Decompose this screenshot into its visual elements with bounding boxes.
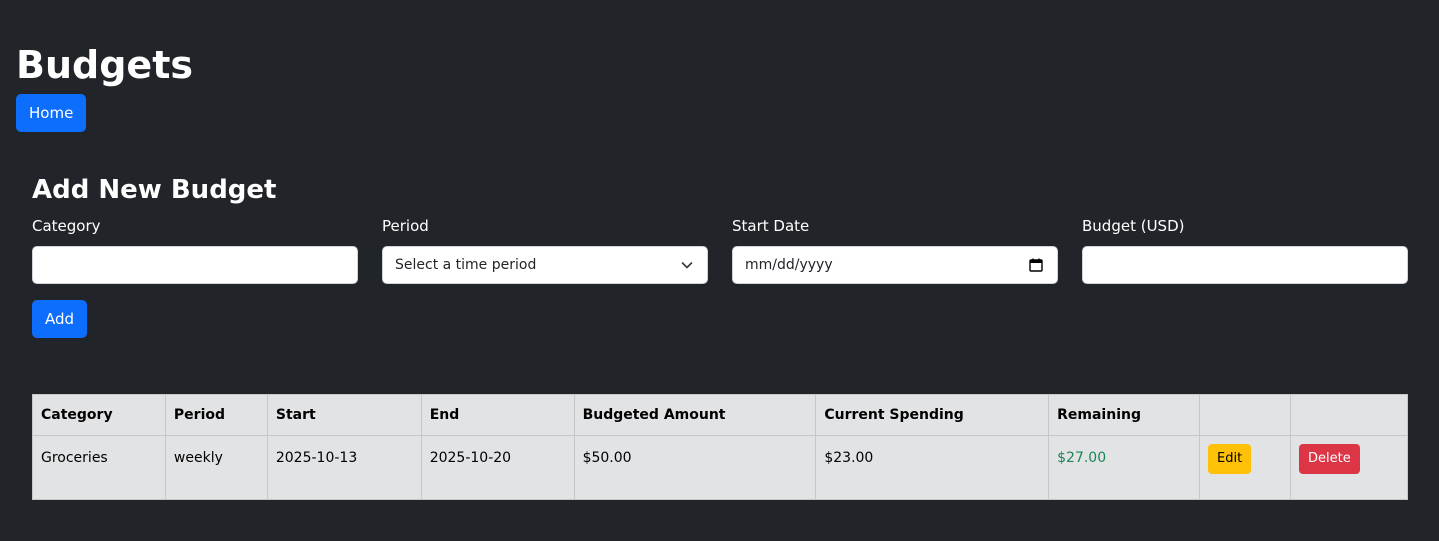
table-header-row: Category Period Start End Budgeted Amoun… (32, 394, 1408, 436)
column-header-category: Category (32, 394, 166, 436)
cell-end: 2025-10-20 (420, 435, 575, 500)
column-header-period: Period (164, 394, 268, 436)
start-date-field: Start Date mm/dd/yyyy (732, 216, 1058, 284)
cell-start: 2025-10-13 (266, 435, 422, 500)
start-date-placeholder: mm/dd/yyyy (745, 257, 833, 273)
add-button[interactable]: Add (32, 300, 88, 338)
cell-delete-action: Delete (1290, 435, 1408, 500)
cell-remaining: $27.00 (1048, 435, 1201, 500)
column-header-end: End (420, 394, 575, 436)
column-header-remaining: Remaining (1048, 394, 1201, 436)
period-label: Period (382, 217, 429, 235)
column-header-edit-action (1199, 394, 1291, 436)
cell-budgeted-amount: $50.00 (573, 435, 817, 500)
period-select-value: Select a time period (395, 257, 537, 273)
column-header-delete-action (1290, 394, 1408, 436)
edit-button[interactable]: Edit (1208, 444, 1252, 474)
calendar-icon[interactable] (1029, 258, 1043, 272)
cell-period: weekly (164, 435, 268, 500)
budget-input[interactable] (1082, 246, 1408, 284)
category-input[interactable] (32, 246, 358, 284)
budget-label: Budget (USD) (1082, 217, 1185, 235)
start-date-label: Start Date (732, 217, 810, 235)
period-select[interactable]: Select a time period (382, 246, 708, 284)
home-button[interactable]: Home (16, 94, 87, 132)
table-row: Groceries weekly 2025-10-13 2025-10-20 $… (32, 435, 1408, 500)
category-label: Category (32, 217, 101, 235)
cell-current-spending: $23.00 (815, 435, 1050, 500)
page-title: Budgets (16, 43, 193, 87)
budgets-table: Category Period Start End Budgeted Amoun… (32, 394, 1408, 500)
cell-edit-action: Edit (1199, 435, 1291, 500)
column-header-budgeted-amount: Budgeted Amount (573, 394, 817, 436)
category-field: Category (32, 216, 358, 284)
budget-field: Budget (USD) (1082, 216, 1408, 284)
delete-button[interactable]: Delete (1299, 444, 1360, 474)
period-field: Period Select a time period (382, 216, 708, 284)
cell-category: Groceries (32, 435, 166, 500)
chevron-down-icon (681, 262, 693, 269)
column-header-start: Start (266, 394, 422, 436)
start-date-input[interactable]: mm/dd/yyyy (732, 246, 1058, 284)
column-header-current-spending: Current Spending (815, 394, 1050, 436)
add-budget-title: Add New Budget (32, 175, 277, 205)
